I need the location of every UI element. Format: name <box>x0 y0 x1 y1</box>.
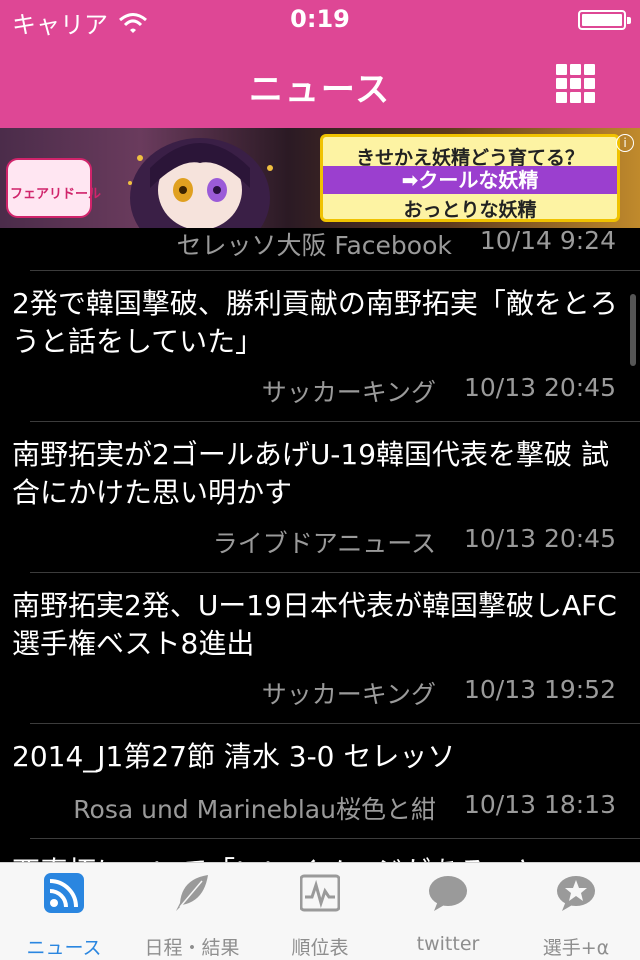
news-title: 西真拓について「いいイメージがある」と <box>12 853 622 862</box>
status-bar: キャリア 0:19 <box>0 0 640 40</box>
news-source: セレッソ大阪 Facebook <box>176 231 452 260</box>
speech-bubble-icon <box>429 876 467 911</box>
tab-players[interactable]: 選手+α <box>512 863 640 960</box>
tab-label: 順位表 <box>291 937 349 959</box>
news-date: 10/13 20:45 <box>463 524 616 553</box>
news-item[interactable]: 2発で韓国撃破、勝利貢献の南野拓実「敵をとろうと話をしていた」 サッカーキング … <box>0 271 640 421</box>
news-date: 10/14 9:24 <box>479 228 616 255</box>
news-meta: セレッソ大阪 Facebook 10/14 9:24 <box>176 228 616 262</box>
grid-menu-button[interactable] <box>556 64 596 104</box>
ad-option-gentle: おっとりな妖精 <box>403 199 537 221</box>
news-item[interactable]: セレッソ大阪 Facebook 10/14 9:24 <box>0 228 640 270</box>
news-date: 10/13 19:52 <box>463 675 616 704</box>
news-title: 南野拓実2発、Uー19日本代表が韓国撃破しAFC選手権ベスト8進出 <box>12 589 617 660</box>
news-item[interactable]: 南野拓実2発、Uー19日本代表が韓国撃破しAFC選手権ベスト8進出 サッカーキン… <box>0 573 640 723</box>
feather-icon <box>176 875 208 911</box>
news-source: サッカーキング <box>261 680 436 709</box>
grid-icon <box>556 64 567 75</box>
scrollbar[interactable] <box>630 294 636 366</box>
news-meta: サッカーキング 10/13 20:45 <box>262 373 616 409</box>
news-source: ライブドアニュース <box>212 529 436 558</box>
news-item[interactable]: 南野拓実が2ゴールあげU-19韓国代表を撃破 試合にかけた思い明かす ライブドア… <box>0 422 640 572</box>
news-item[interactable]: 西真拓について「いいイメージがある」と <box>0 839 640 862</box>
news-list[interactable]: セレッソ大阪 Facebook 10/14 9:24 2発で韓国撃破、勝利貢献の… <box>0 228 640 862</box>
news-date: 10/13 20:45 <box>463 373 616 402</box>
battery-icon <box>578 10 631 30</box>
news-meta: Rosa und Marineblau桜色と紺 10/13 18:13 <box>73 790 616 826</box>
news-date: 10/13 18:13 <box>463 790 616 819</box>
news-meta: ライブドアニュース 10/13 20:45 <box>213 524 616 560</box>
star-bubble-icon <box>557 876 595 911</box>
tab-bar: ニュース 日程・結果 順位表 twitter 選手+α <box>0 862 640 960</box>
navigation-bar: ニュース <box>0 40 640 128</box>
rss-icon <box>44 873 84 913</box>
news-title: 2発で韓国撃破、勝利貢献の南野拓実「敵をとろうと話をしていた」 <box>12 287 618 358</box>
ad-logo-text: フェアリドール <box>10 187 102 202</box>
news-source: サッカーキング <box>261 378 436 407</box>
news-title: 南野拓実が2ゴールあげU-19韓国代表を撃破 試合にかけた思い明かす <box>12 438 609 509</box>
ad-info-icon[interactable]: i <box>616 134 634 152</box>
ad-text-panel: きせかえ妖精どう育てる？ ➡クールな妖精 おっとりな妖精 <box>320 134 620 222</box>
page-title: ニュース <box>248 70 392 110</box>
chart-icon <box>300 874 340 912</box>
tab-label: ニュース <box>26 937 102 959</box>
status-time: 0:19 <box>290 5 350 33</box>
ad-character-illustration <box>128 138 273 228</box>
news-item[interactable]: 2014_J1第27節 清水 3-0 セレッソ Rosa und Marineb… <box>0 724 640 838</box>
tab-label: 選手+α <box>542 937 610 959</box>
news-source: Rosa und Marineblau桜色と紺 <box>73 795 436 824</box>
tab-news[interactable]: ニュース <box>0 863 128 960</box>
tab-schedule-results[interactable]: 日程・結果 <box>128 863 256 960</box>
tab-standings[interactable]: 順位表 <box>256 863 384 960</box>
ad-banner[interactable]: フェアリドール きせかえ妖精どう育てる？ ➡クールな妖精 おっとりな妖精 i <box>0 128 640 228</box>
news-title: 2014_J1第27節 清水 3-0 セレッソ <box>12 740 456 773</box>
tab-label: 日程・結果 <box>144 937 240 959</box>
ad-option-cool: ➡クールな妖精 <box>323 166 617 194</box>
tab-twitter[interactable]: twitter <box>384 863 512 960</box>
news-meta: サッカーキング 10/13 19:52 <box>262 675 616 711</box>
tab-label: twitter <box>416 933 480 955</box>
